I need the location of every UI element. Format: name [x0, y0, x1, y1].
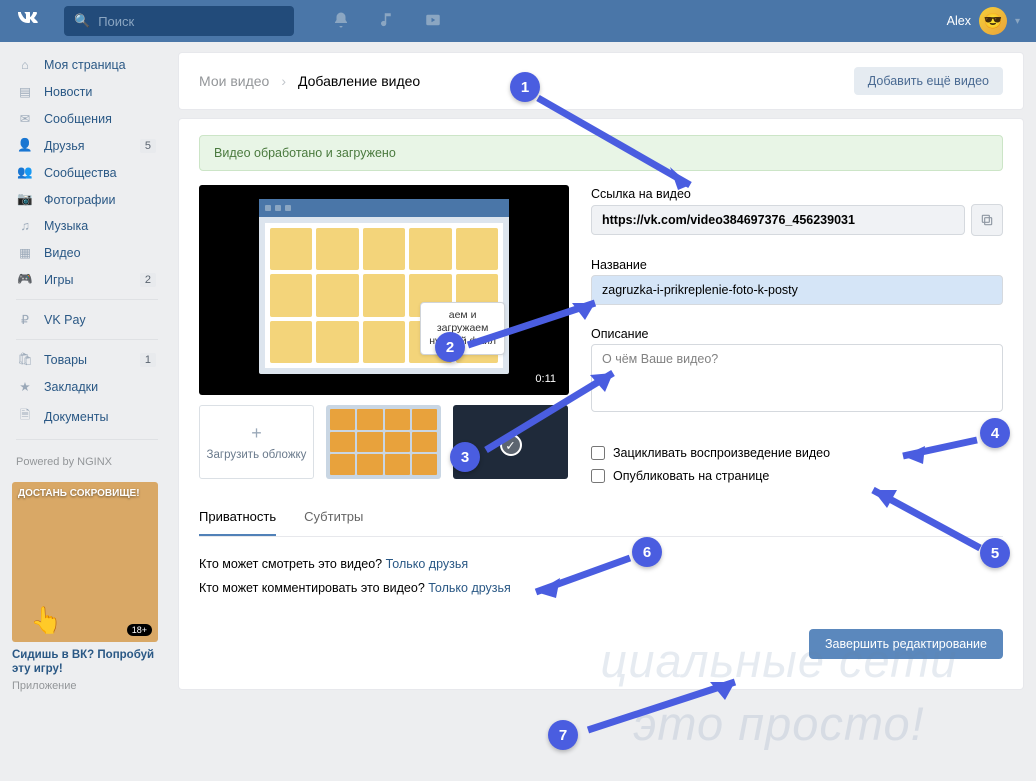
copy-icon — [980, 213, 994, 227]
groups-icon: 👥 — [16, 165, 34, 180]
video-link[interactable]: https://vk.com/video384697376_456239031 — [591, 205, 965, 235]
upload-cover-button[interactable]: + Загрузить обложку — [199, 405, 314, 479]
tab-privacy[interactable]: Приватность — [199, 509, 276, 536]
market-icon: 🛍 — [16, 352, 34, 367]
privacy-view-link[interactable]: Только друзья — [386, 557, 469, 571]
content-box: Видео обработано и загружено ▶ аем изагр… — [178, 118, 1024, 690]
video-duration: 0:11 — [530, 371, 561, 387]
desc-input[interactable] — [591, 344, 1003, 412]
sidebar-item-video[interactable]: ▦Видео — [8, 239, 166, 266]
loop-checkbox[interactable]: Зацикливать воспроизведение видео — [591, 446, 1003, 460]
docs-icon: 🗎 — [16, 406, 34, 427]
badge: 2 — [140, 273, 156, 287]
sidebar-item-games[interactable]: 🎮Игры2 — [8, 266, 166, 293]
friends-icon: 👤 — [16, 138, 34, 153]
tab-subtitles[interactable]: Субтитры — [304, 509, 363, 536]
promo-block[interactable]: ДОСТАНЬ СОКРОВИЩЕ! 👆 18+ Сидишь в ВК? По… — [12, 482, 158, 692]
thumbnail-option[interactable] — [326, 405, 441, 479]
title-input[interactable] — [591, 275, 1003, 305]
news-icon: ▤ — [16, 84, 34, 99]
annotation-bubble-2: 2 — [435, 332, 465, 362]
privacy-comment-link[interactable]: Только друзья — [428, 581, 511, 595]
sidebar-item-news[interactable]: ▤Новости — [8, 78, 166, 105]
user-menu[interactable]: Alex 😎 ▾ — [947, 7, 1020, 35]
music-icon: ♫ — [16, 219, 34, 233]
sidebar: ⌂Моя страница ▤Новости ✉Сообщения 👤Друзь… — [8, 52, 166, 692]
messages-icon: ✉ — [16, 111, 34, 126]
crumb-current: Добавление видео — [298, 73, 420, 89]
link-label: Ссылка на видео — [591, 187, 1003, 201]
home-icon: ⌂ — [16, 58, 34, 72]
plus-icon: + — [251, 423, 262, 444]
avatar: 😎 — [979, 7, 1007, 35]
topbar: 🔍 Alex 😎 ▾ — [0, 0, 1036, 42]
promo-caption: Сидишь в ВК? Попробуй эту игру! — [12, 648, 158, 677]
age-badge: 18+ — [127, 624, 152, 636]
sidebar-item-bookmarks[interactable]: ★Закладки — [8, 373, 166, 400]
chevron-right-icon: › — [281, 73, 286, 89]
notifications-icon[interactable] — [332, 11, 350, 32]
sidebar-item-photos[interactable]: 📷Фотографии — [8, 186, 166, 213]
status-bar: Видео обработано и загружено — [199, 135, 1003, 171]
check-icon: ✓ — [500, 434, 522, 456]
hand-icon: 👆 — [30, 605, 62, 636]
promo-type: Приложение — [12, 680, 158, 692]
copy-button[interactable] — [971, 204, 1003, 236]
thumbnail-row: + Загрузить обложку ✓ — [199, 405, 569, 479]
privacy-block: Кто может смотреть это видео? Только дру… — [199, 553, 1003, 601]
music-icon[interactable] — [378, 11, 396, 32]
search-input[interactable] — [98, 14, 284, 29]
sidebar-item-vkpay[interactable]: ₽VK Pay — [8, 306, 166, 333]
annotation-bubble-3: 3 — [450, 442, 480, 472]
sidebar-item-friends[interactable]: 👤Друзья5 — [8, 132, 166, 159]
tabs: Приватность Субтитры — [199, 509, 1003, 537]
sidebar-item-messages[interactable]: ✉Сообщения — [8, 105, 166, 132]
pay-icon: ₽ — [16, 312, 34, 327]
annotation-bubble-7: 7 — [548, 720, 578, 750]
vk-logo[interactable] — [16, 6, 44, 36]
promo-title: ДОСТАНЬ СОКРОВИЩЕ! — [18, 488, 152, 499]
annotation-bubble-5: 5 — [980, 538, 1010, 568]
chevron-down-icon: ▾ — [1015, 16, 1020, 27]
search-icon: 🔍 — [74, 13, 90, 29]
video-icon: ▦ — [16, 245, 34, 260]
powered-by: Powered by NGINX — [8, 446, 166, 478]
sidebar-item-market[interactable]: 🛍Товары1 — [8, 346, 166, 373]
desc-label: Описание — [591, 327, 1003, 341]
star-icon: ★ — [16, 379, 34, 394]
badge: 1 — [140, 353, 156, 367]
page-header: Мои видео › Добавление видео Добавить ещ… — [178, 52, 1024, 110]
sidebar-item-docs[interactable]: 🗎Документы — [8, 400, 166, 433]
annotation-bubble-6: 6 — [632, 537, 662, 567]
games-icon: 🎮 — [16, 272, 34, 287]
crumb-parent[interactable]: Мои видео — [199, 73, 269, 89]
video-icon[interactable] — [424, 11, 442, 32]
search-box[interactable]: 🔍 — [64, 6, 294, 36]
add-more-video-button[interactable]: Добавить ещё видео — [854, 67, 1003, 95]
sidebar-item-music[interactable]: ♫Музыка — [8, 213, 166, 239]
user-name: Alex — [947, 14, 971, 28]
sidebar-item-groups[interactable]: 👥Сообщества — [8, 159, 166, 186]
finish-button[interactable]: Завершить редактирование — [809, 629, 1003, 659]
video-preview[interactable]: ▶ аем изагружаемнужный файл 0:11 — [199, 185, 569, 395]
publish-checkbox[interactable]: Опубликовать на странице — [591, 469, 1003, 483]
breadcrumb: Мои видео › Добавление видео — [199, 73, 420, 89]
photos-icon: 📷 — [16, 192, 34, 207]
title-label: Название — [591, 258, 1003, 272]
sidebar-item-profile[interactable]: ⌂Моя страница — [8, 52, 166, 78]
annotation-bubble-4: 4 — [980, 418, 1010, 448]
badge: 5 — [140, 139, 156, 153]
annotation-bubble-1: 1 — [510, 72, 540, 102]
